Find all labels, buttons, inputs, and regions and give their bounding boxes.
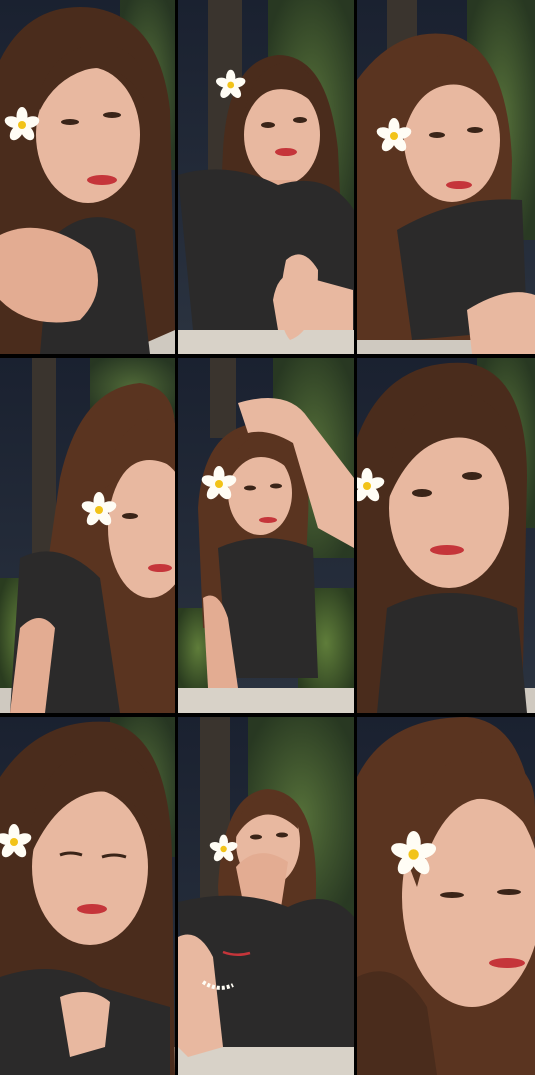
photo-tile-8	[178, 717, 354, 1075]
photo-7-image	[0, 717, 175, 1075]
photo-tile-1	[0, 0, 175, 354]
photo-4-image	[0, 358, 175, 713]
photo-1-image	[0, 0, 175, 354]
photo-tile-5	[178, 358, 354, 713]
photo-tile-9	[357, 717, 535, 1075]
photo-collage	[0, 0, 535, 1075]
photo-tile-2	[178, 0, 354, 354]
photo-5-image	[178, 358, 354, 713]
photo-6-image	[357, 358, 535, 713]
photo-tile-7	[0, 717, 175, 1075]
photo-8-image	[178, 717, 354, 1075]
photo-2-image	[178, 0, 354, 354]
photo-tile-4	[0, 358, 175, 713]
photo-tile-6	[357, 358, 535, 713]
photo-9-image	[357, 717, 535, 1075]
photo-3-image	[357, 0, 535, 354]
photo-tile-3	[357, 0, 535, 354]
